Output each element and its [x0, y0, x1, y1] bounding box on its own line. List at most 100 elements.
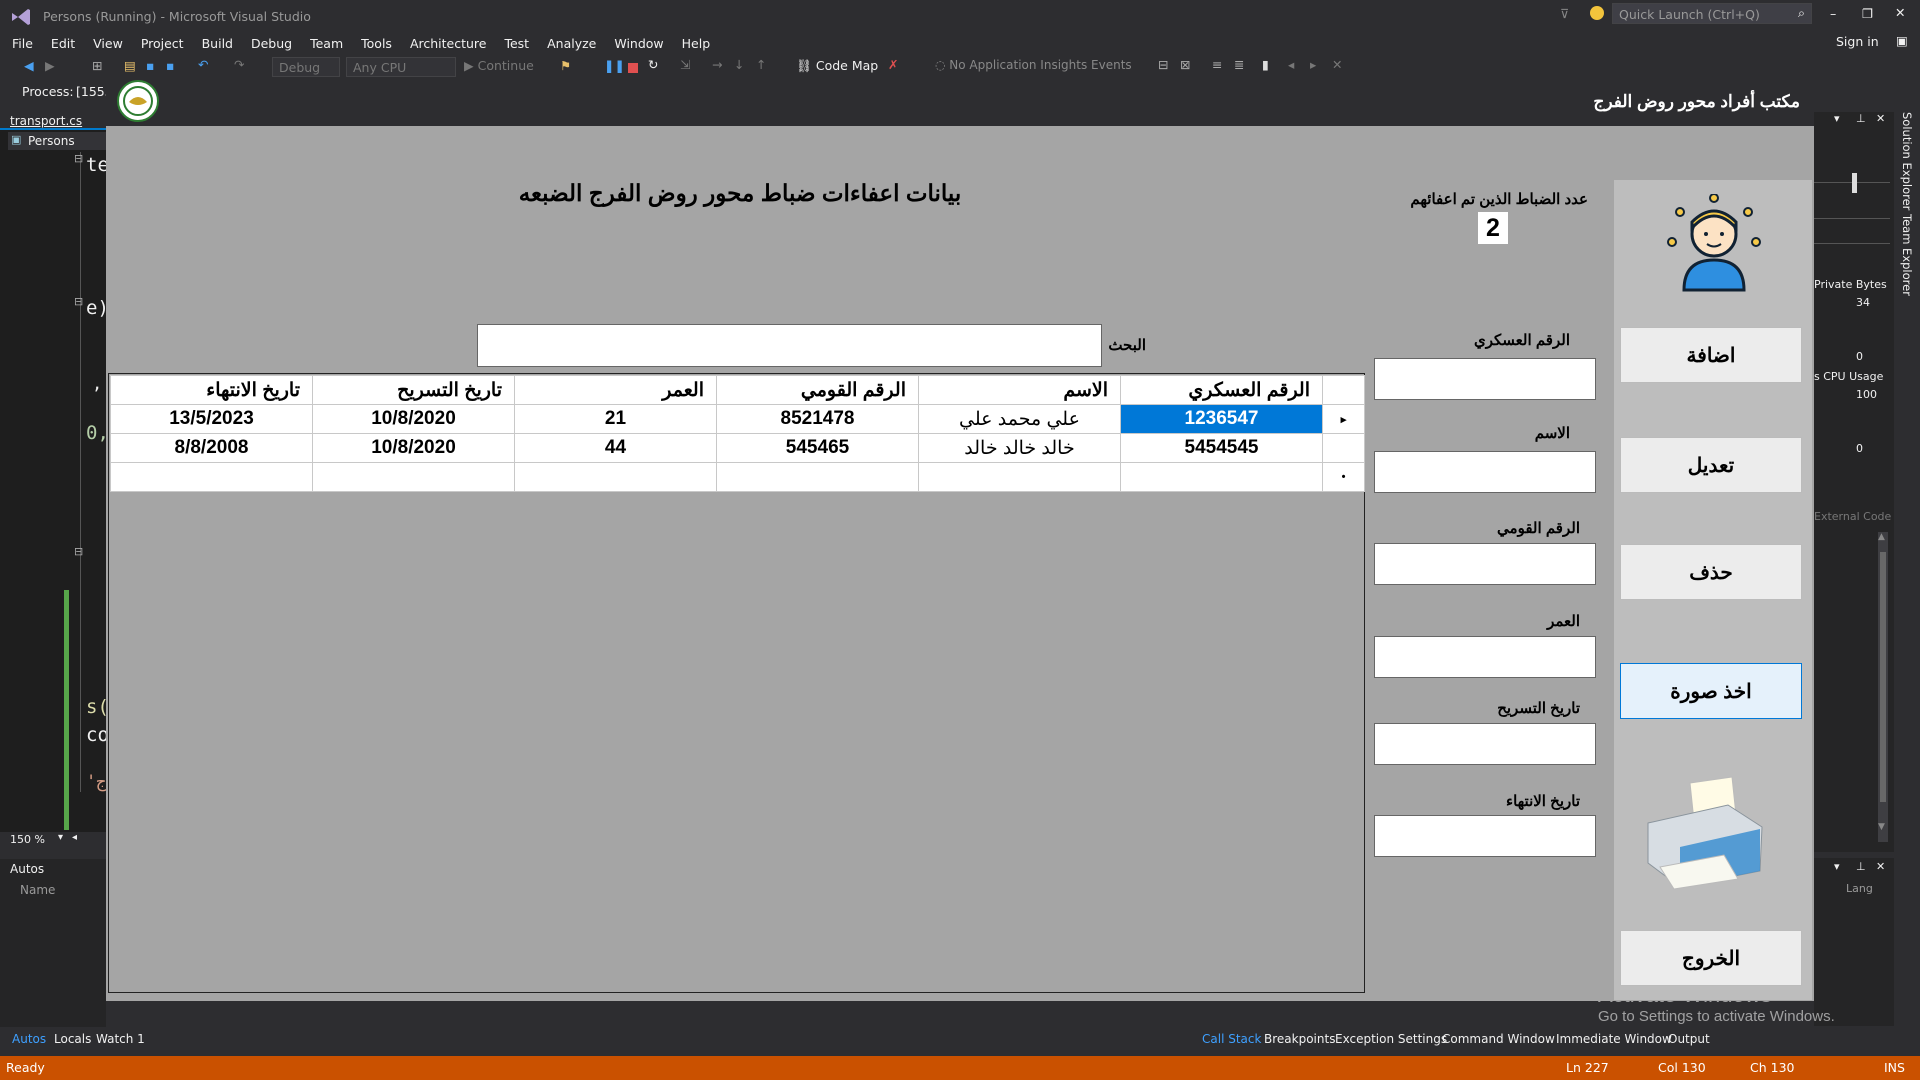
pin-icon[interactable]: ⊥	[1856, 112, 1866, 125]
prev-bookmark-icon[interactable]: ◂	[1288, 57, 1294, 72]
grid-cell[interactable]: 545465	[716, 433, 919, 463]
menu-item-analyze[interactable]: Analyze	[547, 35, 596, 53]
edit-button[interactable]: تعديل	[1620, 437, 1802, 493]
scroll-down-icon[interactable]: ▼	[1878, 822, 1885, 832]
delete-button[interactable]: حذف	[1620, 544, 1802, 600]
scrollbar-thumb[interactable]	[1880, 552, 1886, 802]
column-header[interactable]: الاسم	[918, 375, 1121, 405]
minimize-icon[interactable]: –	[1830, 6, 1836, 21]
row-header[interactable]: •	[1322, 462, 1365, 492]
tab-breakpoints[interactable]: Breakpoints	[1264, 1032, 1335, 1046]
grid-cell[interactable]: 8521478	[716, 404, 919, 434]
feedback-smiley-icon[interactable]	[1590, 6, 1604, 20]
code-editor[interactable]: transport.cs ▣ Persons ⊟ ⊟ ⊟ te e) , 0, …	[0, 112, 109, 848]
clear-bookmarks-icon[interactable]: ✕	[1332, 57, 1342, 72]
autos-name-column[interactable]: Name	[20, 883, 55, 897]
collapse-icon[interactable]: ⊟	[74, 295, 83, 308]
grid-cell[interactable]: 8/8/2008	[110, 433, 313, 463]
insights-button[interactable]: ◌ No Application Insights Events	[935, 58, 1132, 72]
show-next-statement-icon[interactable]: ⇲	[680, 57, 690, 72]
code-map-button[interactable]: ⛓ Code Map	[796, 58, 878, 74]
quick-launch-box[interactable]: Quick Launch (Ctrl+Q) ⌕	[1612, 3, 1812, 24]
process-icon[interactable]: ⚑	[560, 58, 571, 73]
code-area[interactable]: ⊟ ⊟ ⊟ te e) , 0, s( co 'ج	[8, 152, 109, 832]
age-input[interactable]	[1374, 636, 1596, 678]
end-date-input[interactable]	[1374, 815, 1596, 857]
stop-icon[interactable]	[628, 63, 638, 73]
pane-dropdown-icon[interactable]: ▾	[1834, 112, 1840, 125]
menu-item-team[interactable]: Team	[310, 35, 343, 53]
new-row[interactable]: •	[110, 462, 1365, 492]
zoom-level[interactable]: 150 %	[10, 833, 45, 846]
tab-autos[interactable]: Autos	[12, 1032, 46, 1046]
search-input[interactable]	[477, 324, 1102, 367]
config-dropdown[interactable]: Debug	[272, 57, 340, 77]
exceptions-icon[interactable]: ✗	[888, 57, 898, 72]
collapse-icon[interactable]: ⊟	[74, 152, 83, 165]
scroll-left-icon[interactable]: ◂	[72, 832, 77, 843]
menu-item-window[interactable]: Window	[614, 35, 663, 53]
grid-cell[interactable]: 44	[514, 433, 717, 463]
tab-output[interactable]: Output	[1668, 1032, 1710, 1046]
undo-icon[interactable]: ↶	[198, 57, 208, 72]
grid-cell[interactable]: 21	[514, 404, 717, 434]
redo-icon[interactable]: ↷	[234, 57, 244, 72]
tab-solution-explorer[interactable]: Solution Explorer	[1900, 112, 1914, 210]
account-icon[interactable]: ▣	[1896, 32, 1908, 50]
lang-column[interactable]: Lang	[1846, 882, 1873, 895]
grid-cell[interactable]: خالد خالد خالد	[918, 433, 1121, 463]
grid-cell[interactable]: علي محمد علي	[918, 404, 1121, 434]
platform-dropdown[interactable]: Any CPU	[346, 57, 456, 77]
restore-icon[interactable]: ❐	[1862, 6, 1873, 21]
column-header[interactable]: العمر	[514, 375, 717, 405]
pane-dropdown-icon[interactable]: ▾	[1834, 860, 1840, 873]
printer-icon[interactable]	[1640, 775, 1770, 890]
save-all-icon[interactable]: ▪	[166, 58, 174, 73]
add-button[interactable]: اضافة	[1620, 327, 1802, 383]
next-bookmark-icon[interactable]: ▸	[1310, 57, 1316, 72]
close-icon[interactable]: ✕	[1895, 5, 1905, 20]
row-header[interactable]	[1322, 433, 1365, 463]
tab-immediate-window[interactable]: Immediate Window	[1556, 1032, 1672, 1046]
military-number-input[interactable]	[1374, 358, 1596, 400]
open-file-icon[interactable]: ▤	[124, 58, 136, 73]
name-input[interactable]	[1374, 451, 1596, 493]
take-photo-button[interactable]: اخذ صورة	[1620, 663, 1802, 719]
tab-locals[interactable]: Locals	[54, 1032, 91, 1046]
table-row[interactable]: 8/8/2008 10/8/2020 44 545465 خالد خالد خالد 5…	[110, 433, 1365, 463]
grid-cell[interactable]: 13/5/2023	[110, 404, 313, 434]
menu-item-build[interactable]: Build	[202, 35, 233, 53]
zoom-dropdown-icon[interactable]: ▾	[58, 832, 63, 843]
bookmark-icon[interactable]: ⊟	[1158, 57, 1168, 72]
menu-item-debug[interactable]: Debug	[251, 35, 292, 53]
tab-watch[interactable]: Watch 1	[96, 1032, 145, 1046]
forward-icon[interactable]: ▶	[45, 58, 55, 73]
data-grid[interactable]: تاريخ الانتهاء تاريخ التسريح العمر الرقم ال…	[108, 373, 1365, 993]
pane-close-icon[interactable]: ✕	[1876, 860, 1885, 873]
back-icon[interactable]: ◀	[24, 58, 34, 73]
step-over-icon[interactable]: →	[712, 57, 722, 72]
national-id-input[interactable]	[1374, 543, 1596, 585]
menu-item-project[interactable]: Project	[141, 35, 184, 53]
pane-close-icon[interactable]: ✕	[1876, 112, 1885, 125]
tab-command-window[interactable]: Command Window	[1442, 1032, 1555, 1046]
tab-exception-settings[interactable]: Exception Settings	[1335, 1032, 1447, 1046]
menu-item-view[interactable]: View	[93, 35, 123, 53]
grid-cell[interactable]	[1120, 462, 1323, 492]
menu-item-file[interactable]: File	[12, 35, 33, 53]
discharge-date-input[interactable]	[1374, 723, 1596, 765]
editor-tab[interactable]: transport.cs	[10, 114, 82, 128]
menu-item-architecture[interactable]: Architecture	[410, 35, 487, 53]
grid-header-row[interactable]: تاريخ الانتهاء تاريخ التسريح العمر الرقم ال…	[110, 375, 1365, 405]
step-out-icon[interactable]: ↑	[756, 57, 766, 72]
menu-item-tools[interactable]: Tools	[361, 35, 392, 53]
pin-icon[interactable]: ⊥	[1856, 860, 1866, 873]
grid-cell[interactable]: 10/8/2020	[312, 404, 515, 434]
menu-item-edit[interactable]: Edit	[51, 35, 75, 53]
column-header[interactable]: تاريخ التسريح	[312, 375, 515, 405]
scroll-up-icon[interactable]: ▲	[1878, 532, 1885, 542]
save-icon[interactable]: ▪	[146, 58, 154, 73]
scrollbar[interactable]: ▲ ▼	[1878, 532, 1888, 842]
exit-button[interactable]: الخروج	[1620, 930, 1802, 986]
outdent-icon[interactable]: ≣	[1234, 57, 1244, 72]
